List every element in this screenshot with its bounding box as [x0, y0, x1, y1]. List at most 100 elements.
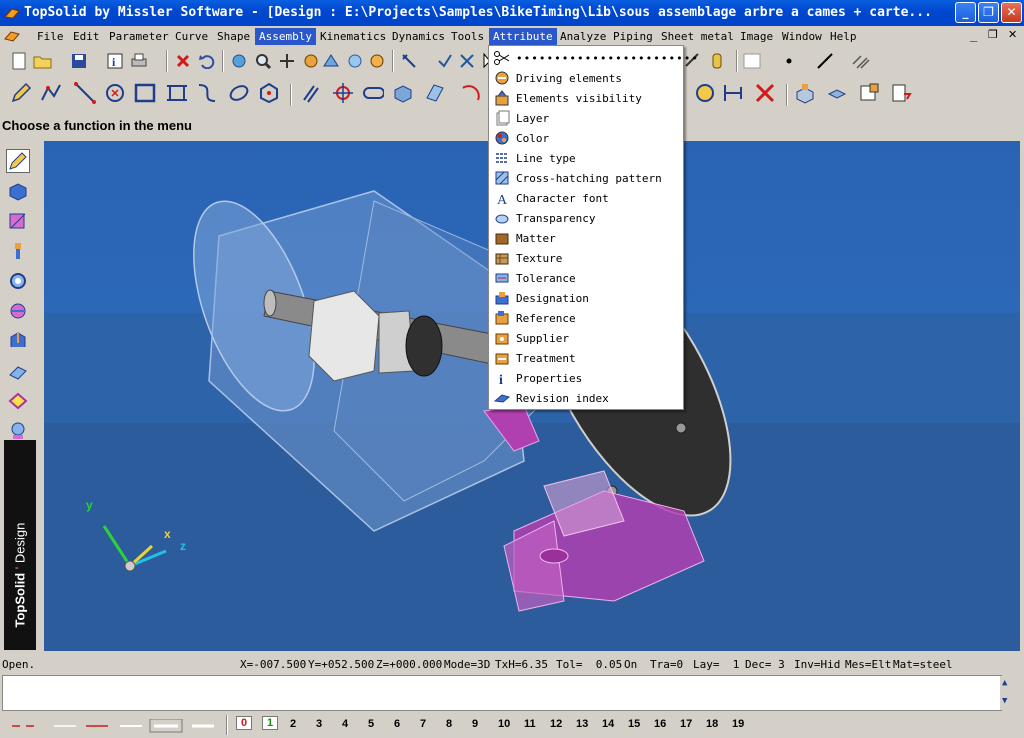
print-icon[interactable]	[128, 50, 150, 72]
command-line[interactable]	[2, 675, 1002, 711]
line-style-presets[interactable]	[6, 719, 216, 733]
layer-17[interactable]: 17	[680, 718, 692, 730]
delete-icon[interactable]	[172, 50, 194, 72]
scroll-up-icon[interactable]: ▲	[1002, 678, 1007, 688]
point-style-icon[interactable]	[778, 50, 800, 72]
render-icon[interactable]	[366, 50, 388, 72]
menu-item-character-font[interactable]: A Character font	[489, 188, 683, 208]
layer-18[interactable]: 18	[706, 718, 718, 730]
menu-edit[interactable]: Edit	[69, 28, 104, 45]
layer-0[interactable]: 0	[236, 716, 253, 730]
doc-minimize-icon[interactable]: _	[970, 28, 977, 42]
polyline-icon[interactable]	[40, 82, 62, 104]
open-folder-icon[interactable]	[32, 50, 54, 72]
layer-1[interactable]: 1	[262, 716, 279, 730]
hatch-style-icon[interactable]	[850, 50, 872, 72]
layer-8[interactable]: 8	[446, 718, 452, 730]
menu-shape[interactable]: Shape	[213, 28, 254, 45]
layer-14[interactable]: 14	[602, 718, 614, 730]
menu-item-treatment[interactable]: Treatment	[489, 348, 683, 368]
menu-tools[interactable]: Tools	[447, 28, 488, 45]
check-icon[interactable]	[434, 50, 456, 72]
command-scrollbar[interactable]: ▲ ▼	[1000, 676, 1016, 710]
scroll-down-icon[interactable]: ▼	[1002, 696, 1007, 706]
menu-item-texture[interactable]: Texture	[489, 248, 683, 268]
remove-icon[interactable]	[754, 82, 776, 104]
menu-file[interactable]: File	[33, 28, 68, 45]
document-icon[interactable]	[4, 29, 20, 43]
layer-13[interactable]: 13	[576, 718, 588, 730]
menu-sheet-metal[interactable]: Sheet metal	[657, 28, 738, 45]
menu-piping[interactable]: Piping	[609, 28, 657, 45]
arc-icon[interactable]	[460, 82, 482, 104]
frame-icon[interactable]	[166, 82, 188, 104]
exchange-icon[interactable]	[890, 82, 912, 104]
close-button[interactable]: ✕	[1001, 2, 1022, 23]
minimize-button[interactable]: _	[955, 2, 976, 23]
menu-item-reference[interactable]: Reference	[489, 308, 683, 328]
layer-15[interactable]: 15	[628, 718, 640, 730]
menu-item-line-type[interactable]: Line type	[489, 148, 683, 168]
layer-11[interactable]: 11	[524, 718, 536, 730]
menu-kinematics[interactable]: Kinematics	[316, 28, 390, 45]
menu-window[interactable]: Window	[778, 28, 826, 45]
part-plane-icon[interactable]	[826, 82, 848, 104]
menu-help[interactable]: Help	[826, 28, 861, 45]
ellipse-icon[interactable]	[228, 82, 250, 104]
box-icon[interactable]	[392, 82, 414, 104]
menu-analyze[interactable]: Analyze	[556, 28, 610, 45]
assembly-icon[interactable]	[694, 82, 716, 104]
menu-item-properties[interactable]: i Properties	[489, 368, 683, 388]
rotate-view-icon[interactable]	[300, 50, 322, 72]
pencil-icon[interactable]	[10, 82, 32, 104]
topsolid-app-icon[interactable]	[4, 5, 20, 21]
shape-mode-icon[interactable]	[6, 179, 30, 203]
menu-item-elements-visibility[interactable]: Elements visibility	[489, 88, 683, 108]
menu-item-color[interactable]: Color	[489, 128, 683, 148]
menu-item-tolerance[interactable]: Tolerance	[489, 268, 683, 288]
sheet-metal-icon[interactable]	[6, 329, 30, 353]
menu-image[interactable]: Image	[736, 28, 777, 45]
refresh-icon[interactable]	[228, 50, 250, 72]
mold-icon[interactable]	[6, 359, 30, 383]
curve-icon[interactable]	[196, 82, 218, 104]
slot-icon[interactable]	[362, 82, 384, 104]
tear-off-handle[interactable]: ••••••••••••••••••••••••	[489, 48, 698, 68]
layer-7[interactable]: 7	[420, 718, 426, 730]
polygon-icon[interactable]	[258, 82, 280, 104]
part-drawing-icon[interactable]	[858, 82, 880, 104]
info-icon[interactable]: i	[104, 50, 126, 72]
cross-select-icon[interactable]	[456, 50, 478, 72]
menu-item-layer[interactable]: Layer	[489, 108, 683, 128]
layer-9[interactable]: 9	[472, 718, 478, 730]
rectangle-icon[interactable]	[134, 82, 156, 104]
select-icon[interactable]	[398, 50, 420, 72]
shade-icon[interactable]	[344, 50, 366, 72]
sketch-mode-icon[interactable]	[6, 149, 30, 173]
zoom-icon[interactable]	[252, 50, 274, 72]
view-icon[interactable]	[320, 50, 342, 72]
menu-attribute[interactable]: Attribute	[489, 28, 557, 45]
drafting-mode-icon[interactable]	[6, 209, 30, 233]
menu-item-matter[interactable]: Matter	[489, 228, 683, 248]
layer-12[interactable]: 12	[550, 718, 562, 730]
menu-item-driving-elements[interactable]: Driving elements	[489, 68, 683, 88]
kinematics-icon[interactable]	[6, 299, 30, 323]
menu-item-cross-hatching-pattern[interactable]: Cross-hatching pattern	[489, 168, 683, 188]
doc-close-icon[interactable]: ✕	[1008, 28, 1017, 41]
line-style-icon[interactable]	[814, 50, 836, 72]
menu-item-revision-index[interactable]: Revision index	[489, 388, 683, 408]
layer-4[interactable]: 4	[342, 718, 348, 730]
cylinder-icon[interactable]	[706, 50, 728, 72]
menu-item-supplier[interactable]: Supplier	[489, 328, 683, 348]
menu-assembly[interactable]: Assembly	[255, 28, 316, 45]
layer-5[interactable]: 5	[368, 718, 374, 730]
menu-dynamics[interactable]: Dynamics	[388, 28, 449, 45]
layer-2[interactable]: 2	[290, 718, 296, 730]
pan-icon[interactable]	[276, 50, 298, 72]
layer-19[interactable]: 19	[732, 718, 744, 730]
color-swatch-icon[interactable]	[742, 50, 764, 72]
menu-curve[interactable]: Curve	[171, 28, 212, 45]
save-icon[interactable]	[68, 50, 90, 72]
layer-3[interactable]: 3	[316, 718, 322, 730]
